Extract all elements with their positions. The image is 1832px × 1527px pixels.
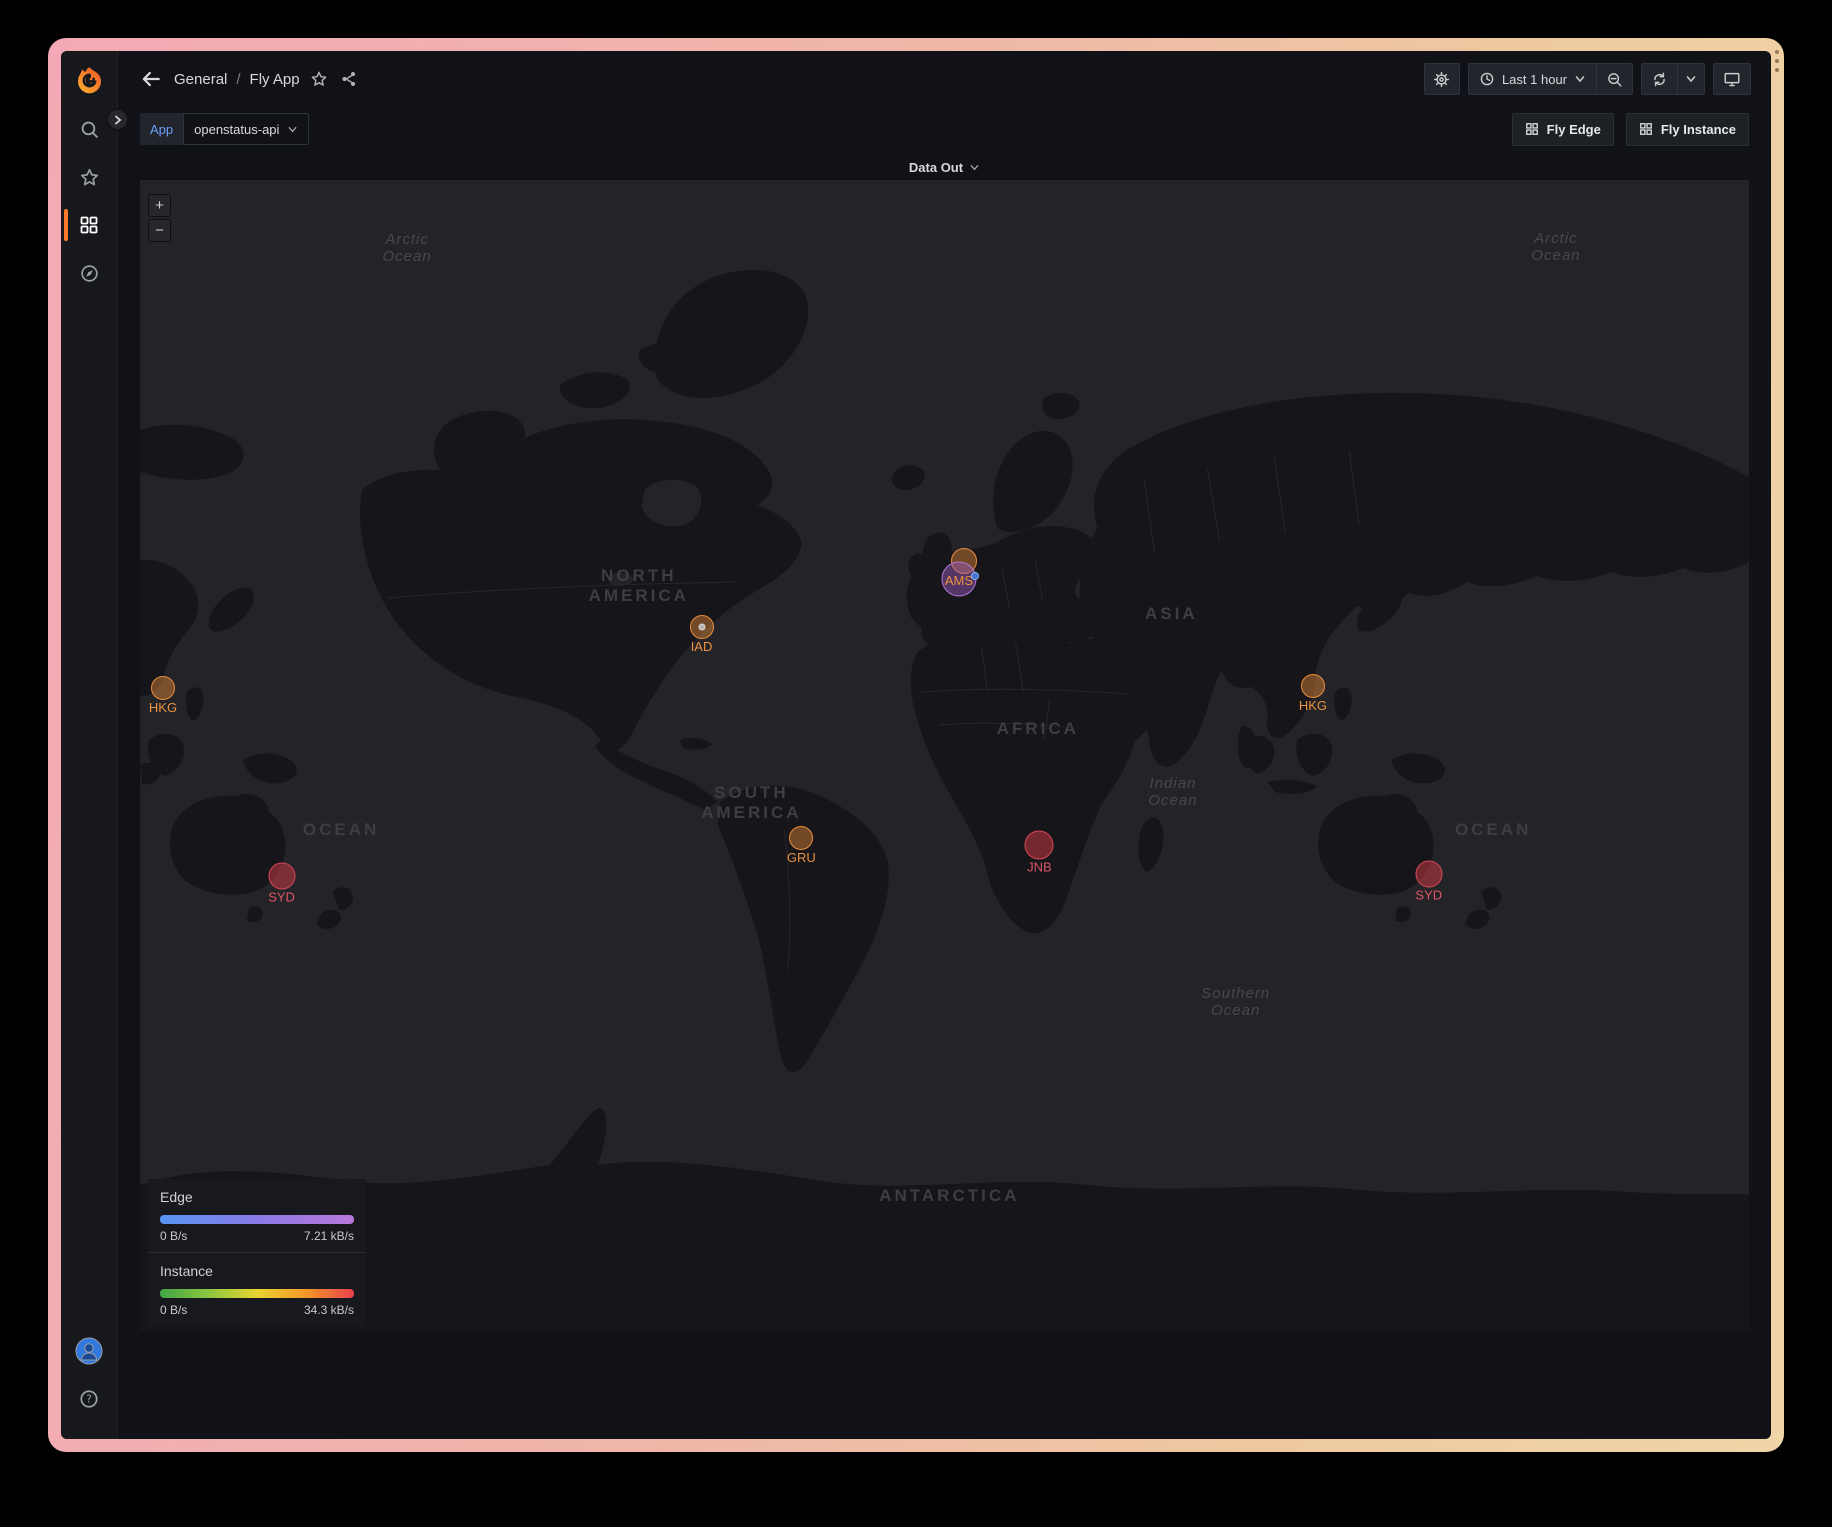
- legend-instance-gradient: [160, 1289, 354, 1298]
- world-map[interactable]: + − Arctic OceanArctic OceanNORTH AMERIC…: [140, 180, 1749, 1331]
- fly-edge-label: Fly Edge: [1547, 122, 1601, 137]
- sidebar-item-profile[interactable]: [61, 1327, 117, 1375]
- dashboards-grid-icon: [79, 215, 99, 235]
- map-zoom-in-button[interactable]: +: [148, 194, 171, 217]
- legend-instance-max: 34.3 kB/s: [304, 1303, 354, 1317]
- sidebar-item-help[interactable]: ?: [61, 1375, 117, 1423]
- map-legend: Edge 0 B/s 7.21 kB/s Instance 0 B/s: [148, 1179, 366, 1326]
- star-outline-icon: [310, 70, 328, 88]
- time-picker-group: Last 1 hour: [1468, 63, 1633, 95]
- legend-instance: Instance 0 B/s 34.3 kB/s: [148, 1252, 366, 1326]
- search-icon: [79, 119, 100, 140]
- map-marker-hkg[interactable]: HKG: [1301, 674, 1325, 698]
- map-marker-label: JNB: [1027, 860, 1052, 875]
- refresh-group: [1641, 63, 1705, 95]
- map-marker-ams-point[interactable]: [971, 572, 979, 580]
- navbar-toolbar: Last 1 hour: [1424, 63, 1751, 95]
- sidebar-nav: [61, 105, 117, 297]
- legend-edge: Edge 0 B/s 7.21 kB/s: [148, 1179, 366, 1252]
- breadcrumb-page[interactable]: Fly App: [250, 71, 300, 88]
- refresh-interval-dropdown[interactable]: [1678, 64, 1704, 94]
- active-indicator: [64, 209, 68, 241]
- sidebar-item-explore[interactable]: [61, 249, 117, 297]
- grid-icon: [1639, 122, 1653, 136]
- map-marker-label: IAD: [691, 639, 713, 654]
- map-marker-ams-edge[interactable]: AMS: [941, 562, 976, 597]
- variables-row: App openstatus-api Fly Edge: [118, 107, 1771, 151]
- gear-icon: [1433, 71, 1450, 88]
- map-marker-label: SYD: [268, 890, 295, 905]
- arrow-left-icon: [140, 68, 162, 90]
- map-marker-label: GRU: [787, 850, 816, 865]
- grafana-logo-icon[interactable]: [73, 64, 106, 97]
- world-map-basemap: [140, 180, 1749, 1331]
- time-range-label: Last 1 hour: [1502, 72, 1567, 87]
- map-marker-gru[interactable]: GRU: [789, 826, 813, 850]
- refresh-icon: [1651, 71, 1668, 88]
- sidebar: ?: [61, 51, 118, 1439]
- grafana-app: ? General / Fly: [61, 51, 1771, 1439]
- map-marker-iad-point[interactable]: [698, 623, 705, 630]
- breadcrumb-separator: /: [236, 71, 240, 88]
- chevron-down-icon: [1574, 73, 1586, 85]
- map-marker-jnb[interactable]: JNB: [1025, 831, 1054, 860]
- legend-instance-min: 0 B/s: [160, 1303, 187, 1317]
- map-marker-label: AMS: [945, 573, 973, 588]
- sidebar-bottom: ?: [61, 1327, 117, 1439]
- fly-instance-link[interactable]: Fly Instance: [1626, 113, 1749, 146]
- dashboard-settings-button[interactable]: [1424, 63, 1460, 95]
- legend-edge-min: 0 B/s: [160, 1229, 187, 1243]
- svg-text:?: ?: [86, 1394, 92, 1406]
- chevron-right-icon: [113, 115, 123, 125]
- app-variable-label: App: [140, 113, 183, 145]
- map-marker-label: SYD: [1415, 888, 1442, 903]
- share-dashboard-button[interactable]: [336, 66, 362, 92]
- chevron-down-icon: [969, 162, 980, 173]
- geomap-panel: Data Out: [140, 154, 1749, 1331]
- monitor-icon: [1723, 70, 1741, 88]
- app-variable-value: openstatus-api: [194, 122, 279, 137]
- user-avatar: [75, 1337, 103, 1365]
- map-marker-syd[interactable]: SYD: [1415, 861, 1442, 888]
- map-marker-label: HKG: [1299, 698, 1327, 713]
- map-zoom-out-button[interactable]: −: [148, 219, 171, 242]
- breadcrumb: General / Fly App: [174, 71, 300, 88]
- main-content: General / Fly App: [118, 51, 1771, 1439]
- legend-instance-title: Instance: [160, 1263, 354, 1279]
- breadcrumb-section[interactable]: General: [174, 71, 227, 88]
- clock-icon: [1479, 71, 1495, 87]
- app-window-frame: ? General / Fly: [48, 38, 1784, 1452]
- sidebar-item-dashboards[interactable]: [61, 201, 117, 249]
- window-drag-dots: [1775, 50, 1779, 72]
- map-marker-label: HKG: [149, 700, 177, 715]
- kiosk-mode-button[interactable]: [1713, 63, 1751, 95]
- sidebar-item-starred[interactable]: [61, 153, 117, 201]
- magnifier-minus-icon: [1606, 71, 1623, 88]
- fly-instance-label: Fly Instance: [1661, 122, 1736, 137]
- time-range-picker[interactable]: Last 1 hour: [1469, 64, 1596, 94]
- panel-header[interactable]: Data Out: [140, 154, 1749, 180]
- map-marker-syd[interactable]: SYD: [268, 863, 295, 890]
- sidebar-expand-button[interactable]: [106, 108, 129, 131]
- grid-icon: [1525, 122, 1539, 136]
- map-zoom-controls: + −: [148, 194, 171, 242]
- star-icon: [79, 167, 100, 188]
- chevron-down-icon: [1685, 73, 1697, 85]
- app-variable-dropdown[interactable]: openstatus-api: [183, 113, 309, 145]
- legend-edge-gradient: [160, 1215, 354, 1224]
- legend-edge-max: 7.21 kB/s: [304, 1229, 354, 1243]
- legend-edge-title: Edge: [160, 1189, 354, 1205]
- star-dashboard-button[interactable]: [306, 66, 332, 92]
- chevron-down-icon: [287, 124, 298, 135]
- back-button[interactable]: [136, 64, 166, 94]
- refresh-button[interactable]: [1642, 64, 1677, 94]
- help-icon: ?: [78, 1388, 100, 1410]
- dashboard-navbar: General / Fly App: [118, 51, 1771, 107]
- zoom-out-time-button[interactable]: [1597, 64, 1632, 94]
- fly-edge-link[interactable]: Fly Edge: [1512, 113, 1614, 146]
- map-marker-hkg[interactable]: HKG: [151, 676, 175, 700]
- panel-title: Data Out: [909, 160, 963, 175]
- share-icon: [340, 70, 358, 88]
- compass-icon: [79, 263, 100, 284]
